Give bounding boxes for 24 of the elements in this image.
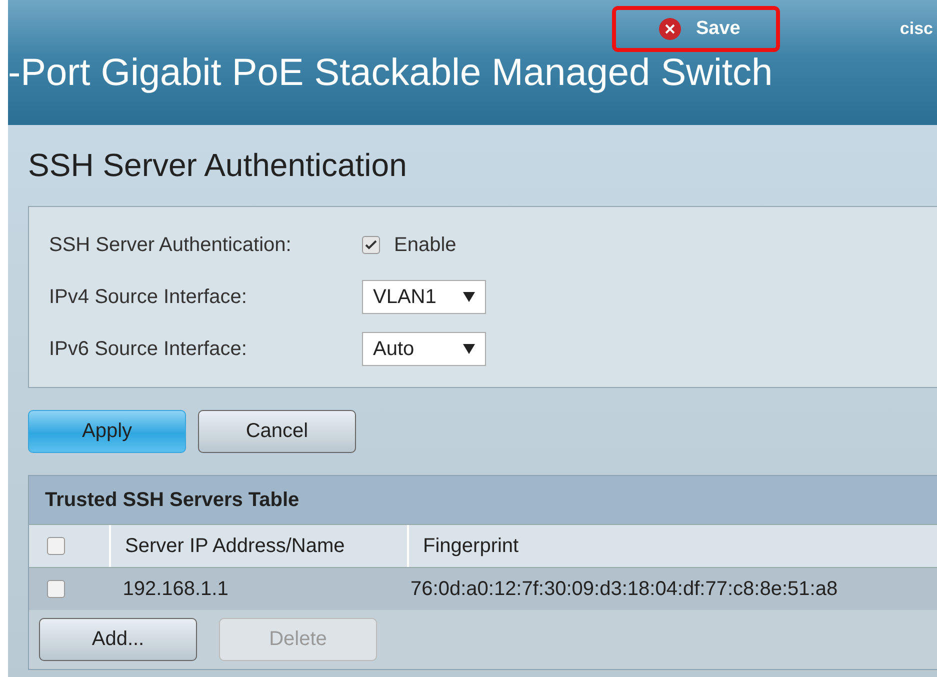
table-cell: 192.168.1.1 — [122, 578, 228, 600]
checkbox-label: Enable — [394, 234, 456, 256]
column-header: Fingerprint — [423, 534, 519, 558]
field-label: IPv6 Source Interface: — [49, 338, 248, 360]
cancel-button[interactable]: Cancel — [198, 410, 356, 453]
row-checkbox[interactable] — [47, 580, 65, 598]
interface-dropdown[interactable]: VLAN1 — [362, 280, 486, 314]
product-title: -Port Gigabit PoE Stackable Managed Switch — [8, 52, 774, 95]
table-title: Trusted SSH Servers Table — [29, 476, 937, 524]
error-icon — [658, 17, 682, 41]
page-title: SSH Server Authentication — [28, 147, 408, 184]
column-header: Server IP Address/Name — [125, 534, 345, 558]
brand-name: cisc — [900, 19, 933, 39]
field-label: SSH Server Authentication: — [49, 234, 292, 256]
apply-button[interactable]: Apply — [28, 410, 186, 453]
table-cell: 76:0d:a0:12:7f:30:09:d3:18:04:df:77:c8:8e:51:a8 — [410, 578, 838, 600]
add-button[interactable]: Add... — [39, 618, 197, 661]
select-all-checkbox[interactable] — [47, 537, 65, 555]
field-label: IPv4 Source Interface: — [49, 286, 248, 308]
dropdown-arrow-icon — [463, 344, 475, 354]
interface-dropdown[interactable]: Auto — [362, 332, 486, 366]
checkbox[interactable] — [362, 236, 380, 254]
check-icon — [365, 240, 377, 250]
dropdown-arrow-icon — [463, 292, 475, 302]
